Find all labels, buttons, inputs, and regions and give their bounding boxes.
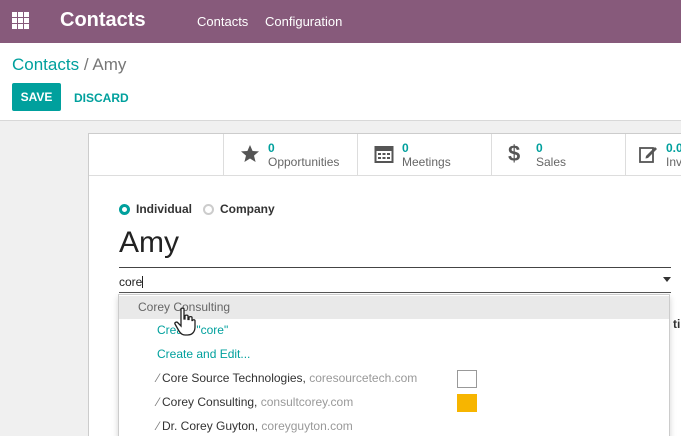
suggestion-domain: consultcorey.com xyxy=(260,395,354,409)
contact-name-field[interactable]: Amy xyxy=(119,226,179,260)
app-title[interactable]: Contacts xyxy=(60,9,146,32)
discard-button[interactable]: DISCARD xyxy=(74,91,129,105)
breadcrumb-current: Amy xyxy=(92,55,127,74)
company-autocomplete-dropdown: Corey Consulting Create "core" Create an… xyxy=(118,294,670,436)
invoiced-count: 0.0 xyxy=(666,141,681,155)
opportunities-button[interactable]: 0 Opportunities xyxy=(223,134,357,175)
breadcrumb: Contacts / Amy xyxy=(12,55,126,75)
radio-individual-label: Individual xyxy=(136,202,193,216)
text-cursor xyxy=(142,276,144,288)
dollar-icon: $ xyxy=(508,141,521,166)
calendar-icon xyxy=(374,144,394,164)
company-logo-icon xyxy=(457,394,477,412)
suggestion-domain: coresourcetech.com xyxy=(309,371,418,385)
radio-company[interactable]: Company xyxy=(203,202,275,216)
suggestion-name: Dr. Corey Guyton, xyxy=(162,419,259,433)
sales-label: Sales xyxy=(536,155,567,169)
autocomplete-suggestion[interactable]: Corey Consulting xyxy=(119,296,669,319)
breadcrumb-contacts-link[interactable]: Contacts xyxy=(12,55,79,74)
radio-selected-icon[interactable] xyxy=(119,203,130,215)
company-suggestion-row[interactable]: ⁄ Corey Consulting, consultcorey.com xyxy=(119,391,669,414)
company-suggestion-row[interactable]: ⁄ Core Source Technologies, coresourcetec… xyxy=(119,367,669,390)
sales-count: 0 xyxy=(536,141,543,155)
suggestion-name: Corey Consulting, xyxy=(162,395,258,409)
menu-contacts[interactable]: Contacts xyxy=(197,14,248,29)
create-option[interactable]: Create "core" xyxy=(119,319,669,342)
apps-menu-icon[interactable] xyxy=(12,12,29,29)
company-input[interactable]: core xyxy=(119,275,671,293)
sales-button[interactable]: $ 0 Sales xyxy=(491,134,625,175)
save-button[interactable]: SAVE xyxy=(12,83,61,111)
magic-wand-icon: ⁄ xyxy=(157,371,160,385)
radio-company-label: Company xyxy=(220,202,275,216)
top-navbar: Contacts Contacts Configuration xyxy=(0,0,681,43)
meetings-button[interactable]: 0 Meetings xyxy=(357,134,491,175)
invoiced-label: Inv xyxy=(666,155,681,169)
invoiced-button[interactable]: 0.0 Inv xyxy=(625,134,681,175)
radio-unselected-icon[interactable] xyxy=(203,203,214,215)
dropdown-caret-icon[interactable] xyxy=(663,277,671,282)
broken-image-icon xyxy=(457,370,477,388)
opportunities-count: 0 xyxy=(268,141,275,155)
name-underline xyxy=(119,267,671,268)
star-icon xyxy=(240,144,260,164)
create-and-edit-option[interactable]: Create and Edit... xyxy=(119,343,669,366)
meetings-count: 0 xyxy=(402,141,409,155)
suggestion-domain: coreyguyton.com xyxy=(261,419,353,433)
control-panel: Contacts / Amy SAVE DISCARD xyxy=(0,43,681,121)
opportunities-label: Opportunities xyxy=(268,155,340,169)
menu-configuration[interactable]: Configuration xyxy=(265,14,342,29)
truncated-field-label: ti xyxy=(673,317,681,331)
meetings-label: Meetings xyxy=(402,155,451,169)
radio-individual[interactable]: Individual xyxy=(119,202,192,216)
invoice-icon xyxy=(638,144,658,164)
create-and-edit-label: Create and Edit... xyxy=(157,347,251,361)
smart-button-box: 0 Opportunities 0 Meetings $ 0 Sales 0.0… xyxy=(89,134,681,176)
hand-pointer-icon xyxy=(173,307,197,337)
company-input-value: core xyxy=(119,275,143,289)
company-suggestion-row[interactable]: ⁄ Dr. Corey Guyton, coreyguyton.com xyxy=(119,415,669,436)
breadcrumb-separator: / xyxy=(83,55,89,74)
magic-wand-icon: ⁄ xyxy=(157,395,160,409)
magic-wand-icon: ⁄ xyxy=(157,419,160,433)
suggestion-name: Core Source Technologies, xyxy=(162,371,306,385)
